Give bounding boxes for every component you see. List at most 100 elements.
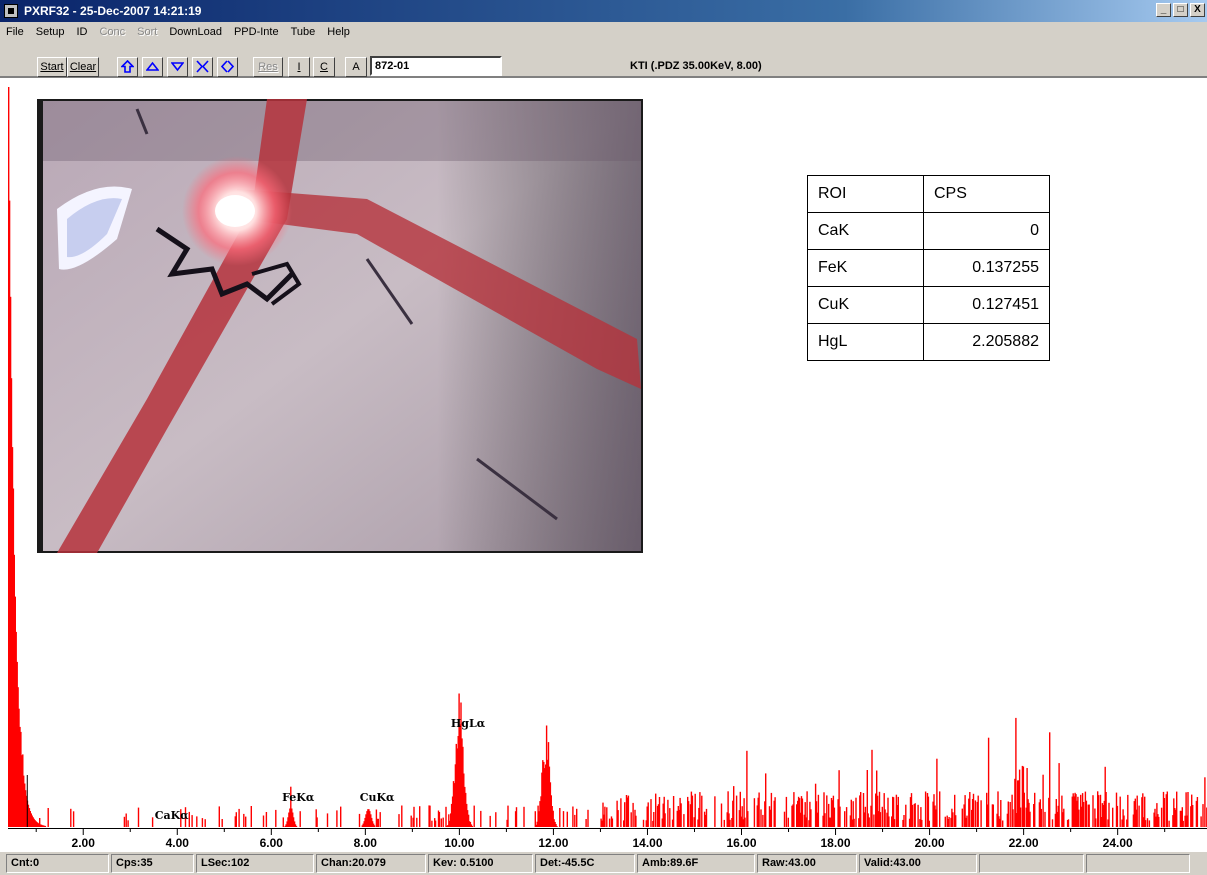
cps-cell: 2.205882 — [923, 323, 1050, 361]
spectrum-bar — [635, 815, 637, 827]
spectrum-bar — [534, 811, 536, 827]
home-up-button[interactable] — [117, 57, 138, 77]
spectrum-bar — [1007, 801, 1009, 827]
spectrum-bar — [760, 809, 762, 827]
spectrum-bar — [204, 819, 206, 827]
cps-cell: 0.137255 — [923, 249, 1050, 287]
spectrum-bar — [1144, 820, 1147, 827]
menu-conc[interactable]: Conc — [93, 22, 131, 42]
spectrum-bar — [1200, 816, 1202, 827]
status-raw: Raw:43.00 — [757, 854, 857, 873]
menu-file[interactable]: File — [0, 22, 30, 42]
spectrum-bar — [723, 819, 725, 827]
spectrum-bar — [1127, 794, 1129, 827]
spectrum-bar — [1108, 802, 1110, 827]
spectrum-bar — [980, 800, 982, 827]
menu-download[interactable]: DownLoad — [163, 22, 228, 42]
spectrum-bar — [1002, 820, 1004, 827]
spectrum-bar — [824, 813, 826, 827]
spectrum-bar — [44, 825, 47, 827]
table-row: FeK 0.137255 — [807, 249, 1050, 287]
menu-setup[interactable]: Setup — [30, 22, 71, 42]
spectrum-bar — [617, 810, 619, 827]
camera-image — [43, 99, 641, 553]
expand-button[interactable] — [217, 57, 238, 77]
spectrum-bar — [729, 819, 731, 827]
spectrum-bar — [235, 812, 237, 827]
spectrum-bar — [845, 807, 848, 827]
spectrum-bar — [358, 813, 361, 827]
spectrum-bar — [914, 803, 916, 827]
spectrum-bar — [326, 813, 329, 827]
spectrum-bar — [632, 802, 634, 827]
close-button[interactable]: X — [1190, 3, 1205, 17]
start-button[interactable]: Start — [37, 57, 67, 77]
spectrum-bar — [373, 825, 376, 827]
spectrum-bar — [744, 817, 746, 827]
spectrum-bar — [1051, 819, 1054, 827]
i-button[interactable]: I — [288, 57, 310, 77]
spectrum-bar — [1148, 820, 1151, 827]
spectrum-bar — [620, 798, 622, 827]
minimize-button[interactable]: _ — [1156, 3, 1171, 17]
compress-button[interactable] — [192, 57, 213, 77]
x-axis-tick-label: 16.00 — [726, 836, 756, 850]
spectrum-bar — [1082, 802, 1085, 827]
spectrum-bar — [939, 791, 941, 827]
spectrum-bar — [801, 798, 804, 827]
cps-cell: 0.127451 — [923, 286, 1050, 324]
spectrum-bar — [785, 796, 788, 827]
maximize-button[interactable]: □ — [1173, 3, 1188, 17]
x-axis-tick-label: 4.00 — [166, 836, 190, 850]
spectrum-bar — [127, 820, 129, 827]
spectrum-bar — [911, 804, 914, 827]
spectrum-bar — [839, 806, 841, 827]
spectrum-bar — [401, 805, 403, 827]
spectrum-bar — [1112, 807, 1114, 827]
spectrum-bar — [72, 811, 75, 827]
spectrum-bar — [123, 816, 126, 827]
spectrum-bar — [924, 791, 927, 827]
spectrum-bar — [295, 825, 298, 827]
spectrum-bar — [572, 806, 574, 827]
sample-id-field[interactable]: 872-01 — [370, 56, 502, 76]
menu-ppd-inte[interactable]: PPD-Inte — [228, 22, 285, 42]
spectrum-bar — [653, 812, 655, 827]
arrow-down-icon — [170, 62, 185, 72]
x-axis-tick-label: 6.00 — [260, 836, 284, 850]
spectrum-bar — [556, 826, 558, 827]
spectrum-bar — [844, 811, 846, 827]
scroll-up-button[interactable] — [142, 57, 163, 77]
spectrum-bar — [672, 796, 675, 827]
x-axis: 2.00 4.00 6.00 8.00 10.00 12.00 14.00 16.00 18.0… — [8, 828, 1207, 850]
spectrum-bar — [733, 786, 735, 827]
spectrum-bar — [125, 813, 127, 827]
app-icon[interactable] — [4, 4, 18, 18]
spectrum-bar — [413, 806, 415, 827]
spectrum-bar — [694, 793, 696, 827]
spectrum-bar — [917, 804, 919, 827]
menu-id[interactable]: ID — [70, 22, 93, 42]
spectrum-bar — [47, 808, 49, 827]
c-button[interactable]: C — [313, 57, 335, 77]
res-button[interactable]: Res — [253, 57, 283, 77]
spectrum-bar — [868, 817, 870, 827]
roi-cell: HgL — [807, 323, 924, 361]
spectrum-bar — [810, 809, 812, 827]
spectrum-bar — [787, 817, 789, 827]
spectrum-bar — [431, 820, 433, 827]
menu-sort[interactable]: Sort — [131, 22, 163, 42]
menu-help[interactable]: Help — [321, 22, 356, 42]
spectrum-bar — [928, 820, 930, 827]
spectrum-bar — [921, 819, 923, 827]
spectrum-bar — [762, 814, 764, 827]
clear-button[interactable]: Clear — [67, 57, 99, 77]
spectrum-bar — [650, 799, 652, 827]
spectrum-bar — [1123, 815, 1125, 827]
menu-tube[interactable]: Tube — [285, 22, 322, 42]
a-button[interactable]: A — [345, 57, 367, 77]
x-axis-tick-label: 8.00 — [354, 836, 378, 850]
spectrum-bar — [1085, 800, 1088, 827]
scroll-down-button[interactable] — [167, 57, 188, 77]
status-kev: Kev: 0.5100 — [428, 854, 533, 873]
